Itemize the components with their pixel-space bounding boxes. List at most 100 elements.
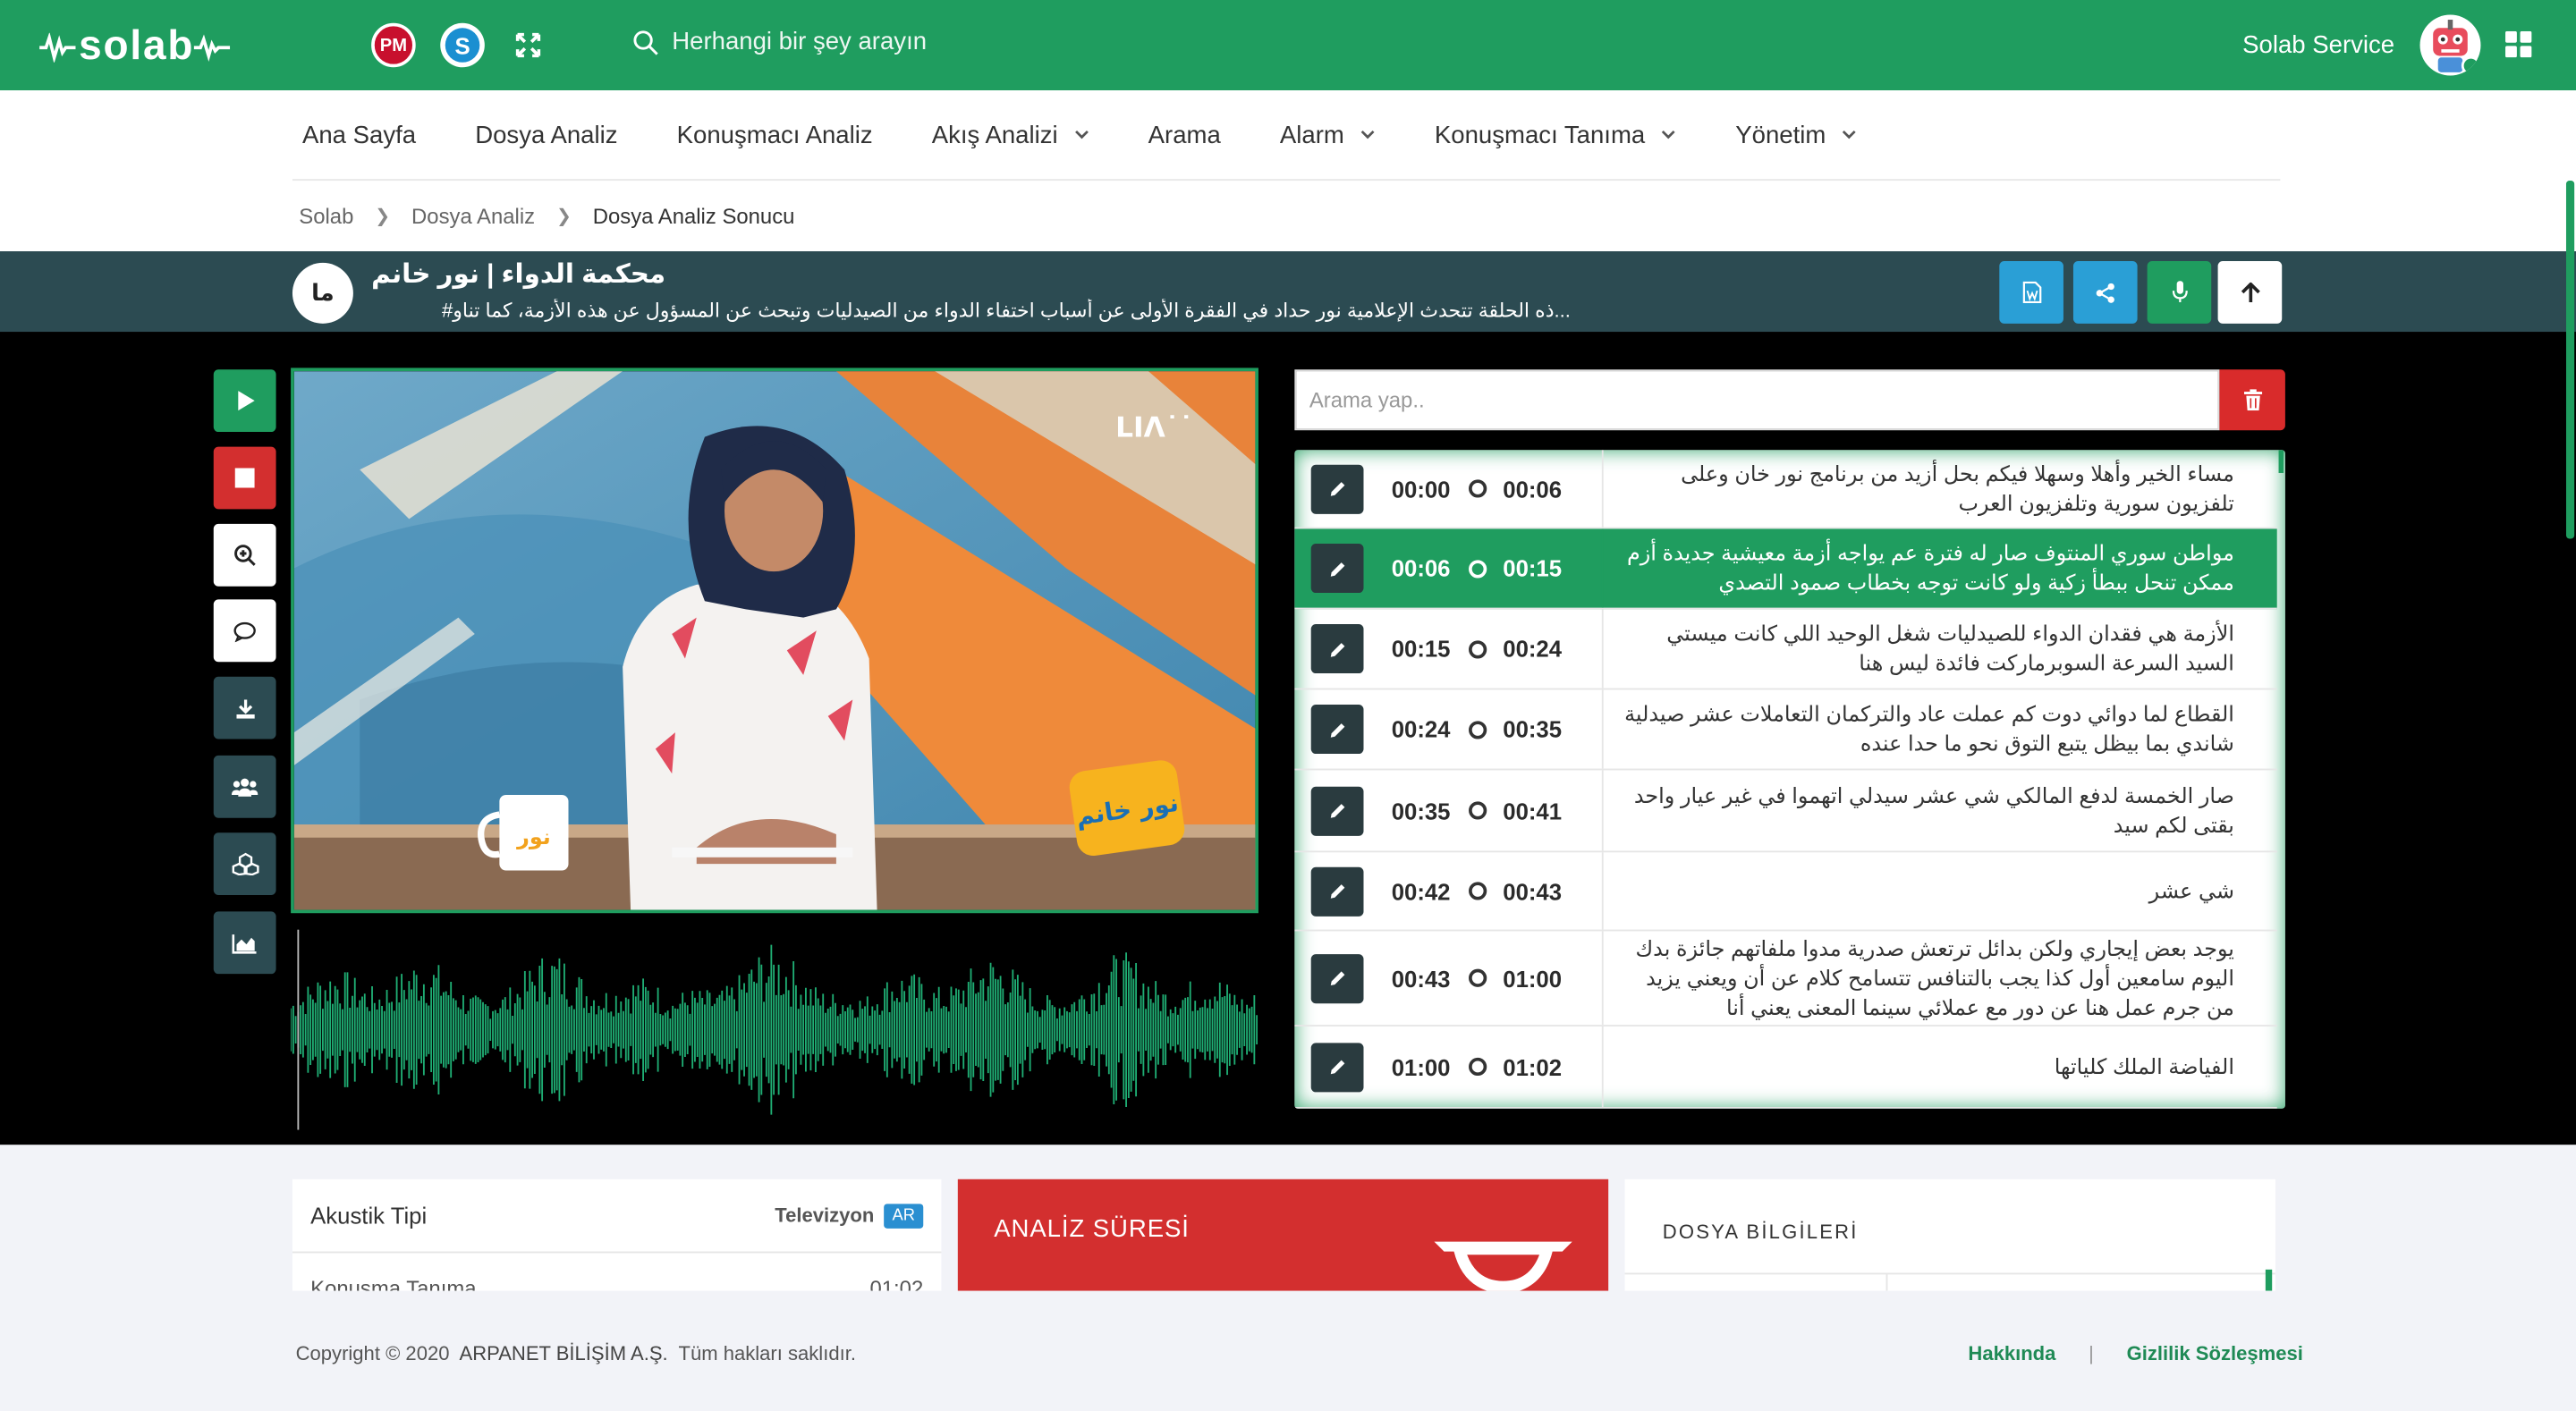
user-avatar[interactable] (2419, 14, 2481, 76)
breadcrumb: Solab ❯ Dosya Analiz ❯ Dosya Analiz Sonu… (299, 204, 794, 229)
transcript-time-cell: 00:35 00:41 (1294, 770, 1604, 851)
waveform-logo-tail-icon (194, 33, 231, 62)
segment-text: مساء الخير وأهلا وسهلا فيكم بحل أزيد من … (1681, 460, 2234, 515)
transcript-time-cell: 00:15 00:24 (1294, 609, 1604, 689)
stop-icon (234, 468, 255, 488)
page-scrollbar[interactable] (2565, 181, 2575, 539)
stop-button[interactable] (213, 446, 276, 510)
playhead-cursor[interactable] (297, 929, 300, 1130)
chevron-down-icon (1843, 126, 1858, 144)
pm-app-icon[interactable]: PM (371, 22, 416, 68)
circle-icon (1468, 1057, 1487, 1077)
segment-end-time: 00:06 (1503, 475, 1563, 503)
edit-segment-button[interactable] (1310, 953, 1364, 1003)
segment-end-time: 00:41 (1503, 797, 1563, 824)
segment-start-time: 00:42 (1391, 877, 1451, 905)
segment-end-time: 00:15 (1503, 554, 1563, 582)
chart-button[interactable] (213, 911, 276, 975)
menu-item-0[interactable]: Ana Sayfa (273, 122, 445, 149)
circle-icon (1468, 639, 1487, 658)
segment-text: شي عشر (2148, 877, 2234, 903)
menu-item-label: Ana Sayfa (301, 121, 417, 150)
menu-item-label: Arama (1148, 121, 1221, 150)
menu-item-7[interactable]: Yönetim (1706, 122, 1886, 149)
share-button[interactable] (2072, 261, 2138, 324)
user-name[interactable]: Solab Service (2242, 31, 2394, 59)
menu-item-1[interactable]: Dosya Analiz (445, 122, 647, 149)
transcript-row[interactable]: 00:24 00:35 القطاع لما دوائي دوت كم عملت ع… (1294, 689, 2277, 771)
transcript-text-cell: مواطن سوري المنتوف صار له فترة عم يواجه … (1604, 528, 2277, 607)
segment-start-time: 00:15 (1391, 635, 1451, 663)
analysis-duration-card: ANALİZ SÜRESİ (957, 1179, 1609, 1291)
s-app-icon[interactable]: S (440, 22, 485, 68)
solab-logo[interactable]: solab (39, 23, 233, 71)
word-export-button[interactable] (1999, 261, 2063, 324)
breadcrumb-dosya-analiz[interactable]: Dosya Analiz (411, 204, 535, 229)
file-info-scrollbar[interactable] (2265, 1269, 2273, 1291)
pencil-icon (1329, 884, 1344, 899)
menu-item-2[interactable]: Konuşmacı Analiz (648, 122, 902, 149)
acoustic-card: Akustik Tipi Televizyon AR Konuşma Tanım… (292, 1179, 942, 1291)
segments-button[interactable] (213, 832, 276, 896)
chevron-down-icon (1074, 126, 1089, 144)
speakers-button[interactable] (213, 755, 276, 818)
breadcrumb-current: Dosya Analiz Sonucu (592, 203, 795, 229)
transcript-row[interactable]: 00:00 00:06 مساء الخير وأهلا وسهلا فيكم بح… (1294, 450, 2277, 529)
transcript-row[interactable]: 00:42 00:43 شي عشر (1294, 852, 2277, 932)
microphone-button[interactable] (2147, 261, 2212, 324)
word-file-icon (2021, 281, 2041, 304)
transcript-row[interactable]: 00:43 01:00 يوجد بعض إيجاري ولكن بدائل ترت… (1294, 931, 2277, 1027)
breadcrumb-solab[interactable]: Solab (299, 204, 353, 229)
global-search[interactable] (632, 28, 1329, 56)
edit-segment-button[interactable] (1310, 543, 1364, 594)
scroll-up-button[interactable] (2217, 261, 2283, 324)
pencil-icon (1329, 804, 1344, 818)
play-icon (237, 391, 254, 411)
play-button[interactable] (213, 369, 276, 433)
menu-item-5[interactable]: Alarm (1250, 122, 1405, 149)
apps-grid-icon[interactable] (2505, 30, 2532, 66)
segment-text: صار الخمسة لدفع المالكي شي عشر سيدلي اته… (1633, 782, 2234, 837)
search-icon (633, 30, 658, 55)
transcript-list: 00:00 00:06 مساء الخير وأهلا وسهلا فيكم بح… (1294, 450, 2285, 1109)
transcript-row[interactable]: 00:06 00:15 مواطن سوري المنتوف صار له فترة… (1294, 528, 2277, 610)
zoom-button[interactable] (213, 523, 276, 587)
acoustic-type-label: Akustik Tipi (310, 1202, 428, 1229)
transcript-search[interactable] (1294, 369, 2220, 431)
transcript-row[interactable]: 00:15 00:24 الأزمة هي فقدان الدواء للصيدلي… (1294, 609, 2277, 690)
menu-item-4[interactable]: Arama (1119, 122, 1250, 149)
logo-text: solab (79, 22, 195, 70)
edit-segment-button[interactable] (1310, 1042, 1364, 1092)
segment-start-time: 00:43 (1391, 965, 1451, 992)
menu-item-3[interactable]: Akış Analizi (902, 122, 1119, 149)
download-button[interactable] (213, 676, 276, 739)
clear-search-button[interactable] (2219, 369, 2285, 431)
transcript-scrollbar[interactable] (2278, 450, 2284, 473)
audio-waveform[interactable] (290, 929, 1258, 1130)
edit-segment-button[interactable] (1310, 866, 1364, 916)
edit-segment-button[interactable] (1310, 623, 1364, 674)
video-frame: نور نور خانم LIΛ˙˙ (293, 371, 1256, 910)
about-link[interactable]: Hakkında (1968, 1342, 2055, 1365)
comment-button[interactable] (213, 599, 276, 663)
edit-segment-button[interactable] (1310, 704, 1364, 755)
edit-segment-button[interactable] (1310, 785, 1364, 835)
transcript-text-cell: مساء الخير وأهلا وسهلا فيكم بحل أزيد من … (1604, 450, 2277, 527)
transcript-search-input[interactable] (1296, 371, 2218, 429)
chevron-down-icon (1360, 126, 1376, 144)
transcript-text-cell: يوجد بعض إيجاري ولكن بدائل ترتعش صدرية م… (1604, 931, 2277, 1025)
video-player[interactable]: نور نور خانم LIΛ˙˙ (291, 368, 1258, 914)
circle-icon (1468, 968, 1487, 987)
segment-end-time: 01:00 (1503, 965, 1563, 992)
transcript-time-cell: 00:06 00:15 (1294, 528, 1604, 608)
language-badge: AR (884, 1203, 924, 1228)
global-search-input[interactable] (672, 28, 1329, 56)
menu-item-6[interactable]: Konuşmacı Tanıma (1405, 122, 1706, 149)
main-menu: Ana Sayfa Dosya Analiz Konuşmacı Analiz Akı… (273, 90, 1886, 181)
privacy-link[interactable]: Gizlilik Sözleşmesi (2127, 1342, 2303, 1365)
edit-segment-button[interactable] (1310, 463, 1364, 513)
transcript-time-cell: 00:42 00:43 (1294, 852, 1604, 930)
transcript-row[interactable]: 01:00 01:02 الفياضة الملك كلياتها (1294, 1026, 2277, 1109)
fullscreen-icon[interactable] (515, 32, 541, 66)
transcript-row[interactable]: 00:35 00:41 صار الخمسة لدفع المالكي شي عشر… (1294, 770, 2277, 853)
